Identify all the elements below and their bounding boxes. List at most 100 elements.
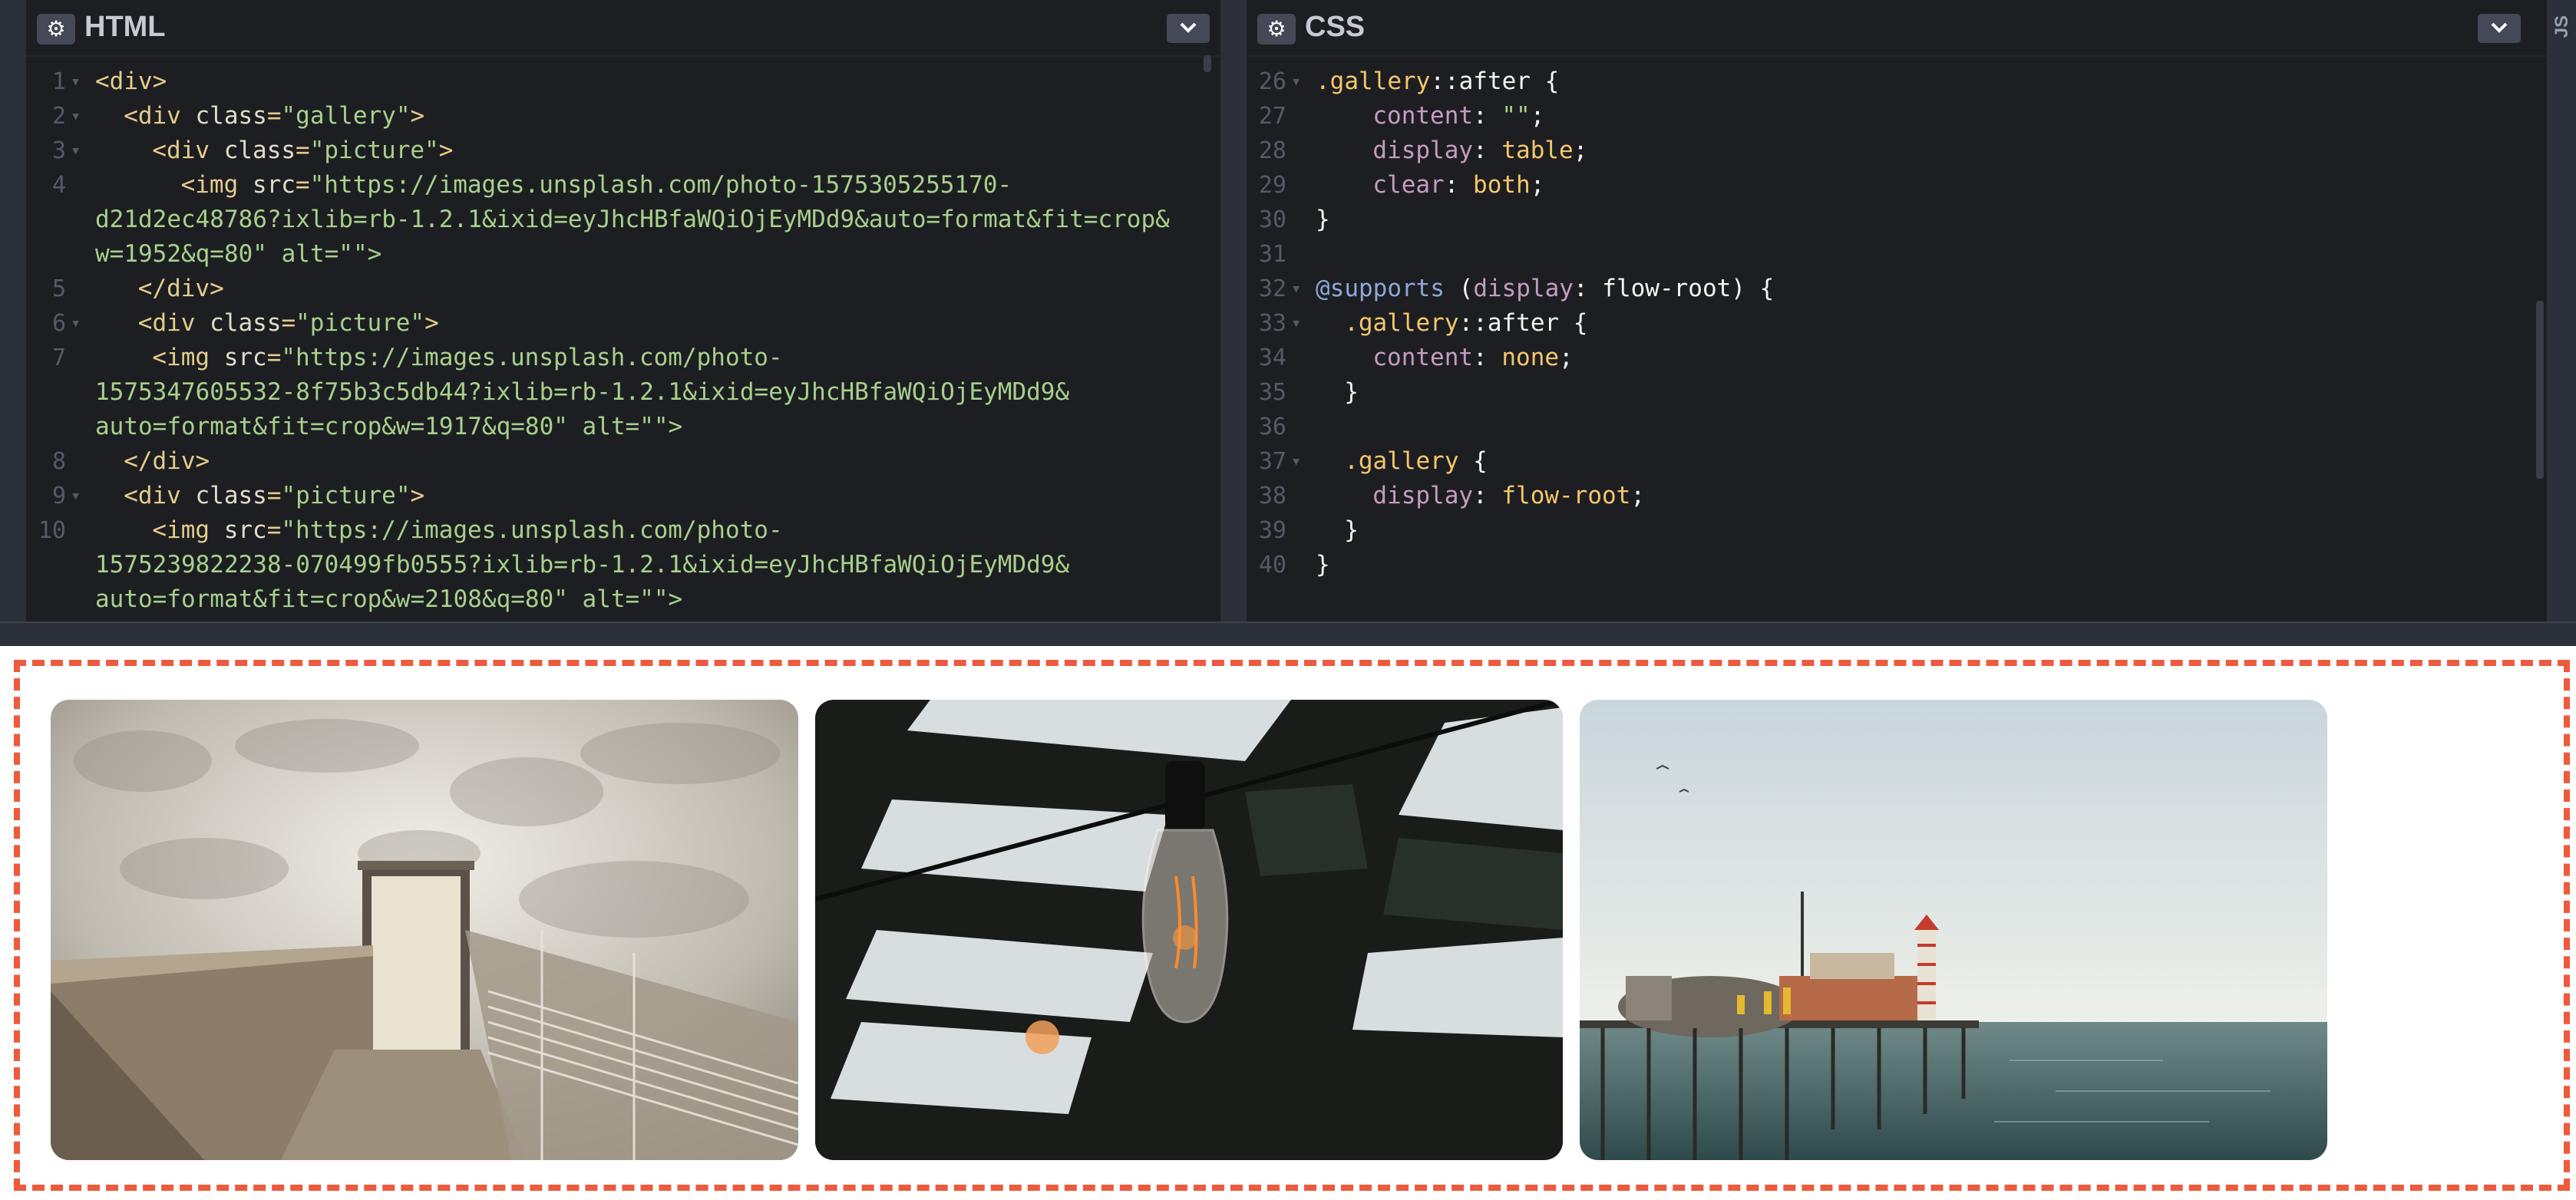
code-continuation: auto=format&fit=crop&w=2108&q=80" alt=""… <box>95 585 683 613</box>
html-panel-title: HTML <box>84 11 166 43</box>
picture <box>1580 700 2327 1160</box>
fold-toggle-icon[interactable]: ▾ <box>71 134 81 168</box>
line-number: 33 <box>1258 310 1286 337</box>
code-token: : <box>1473 102 1502 130</box>
fold-toggle-icon[interactable]: ▾ <box>71 64 81 99</box>
code-token: = <box>266 482 282 509</box>
line-number: 37 <box>1258 448 1286 475</box>
code-token: <div <box>152 137 224 164</box>
code-text: .gallery::after { <box>1344 306 1587 341</box>
code-token: "" <box>1501 102 1531 130</box>
concrete-stairway-photo <box>51 700 798 1160</box>
code-token: = <box>296 137 310 164</box>
code-text: .gallery::after { <box>1316 64 1559 99</box>
line-number: 6 <box>51 310 66 337</box>
code-text: .gallery { <box>1344 444 1488 479</box>
code-continuation: d21d2ec48786?ixlib=rb-1.2.1&ixid=eyJhcHB… <box>95 206 1170 233</box>
html-collapse-button[interactable] <box>1167 14 1210 43</box>
code-token: : <box>1473 137 1502 164</box>
line-number: 29 <box>1258 172 1286 199</box>
code-token: "https://images.unsplash.com/photo- <box>281 516 783 544</box>
code-token: src <box>223 344 267 371</box>
line-number: 28 <box>1258 137 1286 164</box>
css-panel-title: CSS <box>1305 11 1366 43</box>
gallery <box>14 660 2570 1191</box>
html-panel-header: ⚙ HTML <box>26 0 1220 57</box>
code-token: </div> <box>124 447 210 475</box>
code-token: <img <box>152 516 224 544</box>
line-number: 4 <box>51 172 66 199</box>
line-number: 10 <box>38 517 66 544</box>
fold-toggle-icon[interactable]: ▾ <box>71 479 81 513</box>
code-token: display <box>1473 275 1574 302</box>
code-token: = <box>266 516 282 544</box>
code-token: <div <box>124 102 196 130</box>
code-token: > <box>438 137 454 164</box>
code-token: both <box>1473 171 1531 199</box>
code-token: = <box>266 344 282 371</box>
code-token: : flow-root) { <box>1573 275 1775 302</box>
editor-preview-splitter[interactable] <box>0 621 2576 646</box>
fold-toggle-icon[interactable]: ▾ <box>1291 272 1301 306</box>
fold-toggle-icon[interactable]: ▾ <box>1291 306 1301 341</box>
fold-toggle-icon[interactable]: ▾ <box>1291 64 1301 99</box>
code-token: <img <box>180 171 253 199</box>
code-continuation: w=1952&q=80" alt=""> <box>95 240 382 268</box>
code-token: } <box>1344 516 1359 544</box>
fold-toggle-icon[interactable]: ▾ <box>71 99 81 134</box>
code-editor-area: ⚙ HTML 1 ▾ <div> 2 ▾ <div class="gallery"> 3 ▾ <… <box>0 0 2576 621</box>
code-token: @supports <box>1316 275 1445 302</box>
code-token: { <box>1458 447 1488 475</box>
js-panel-tab[interactable]: JS <box>2547 0 2576 621</box>
code-token: content <box>1372 344 1474 371</box>
code-token: } <box>1344 378 1359 406</box>
picture <box>815 700 1563 1160</box>
css-editor-panel[interactable]: ⚙ CSS 26 ▾ .gallery::after {27 content: "";… <box>1247 0 2547 621</box>
code-token: = <box>281 309 296 337</box>
line-number: 34 <box>1258 345 1286 371</box>
html-editor-panel[interactable]: ⚙ HTML 1 ▾ <div> 2 ▾ <div class="gallery"> 3 ▾ <… <box>26 0 1220 621</box>
line-number: 38 <box>1258 483 1286 509</box>
code-continuation: 1575347605532-8f75b3c5db44?ixlib=rb-1.2.… <box>95 378 1070 406</box>
code-token: > <box>424 309 439 337</box>
code-token: <div> <box>95 68 167 95</box>
html-code[interactable]: 1 ▾ <div> 2 ▾ <div class="gallery"> 3 ▾ <div cla… <box>26 60 1220 614</box>
line-number: 5 <box>51 275 66 302</box>
code-token: src <box>223 516 267 544</box>
line-number: 26 <box>1258 68 1286 95</box>
code-token: ; <box>1530 171 1545 199</box>
code-text: <img src="https://images.unsplash.com/ph… <box>152 513 782 548</box>
code-token: ; <box>1630 482 1646 509</box>
code-text: <div class="picture"> <box>124 479 424 513</box>
line-number: 31 <box>1258 241 1286 268</box>
code-token: <div <box>124 482 196 509</box>
code-text: display: table; <box>1372 134 1587 168</box>
css-panel-header: ⚙ CSS <box>1247 0 2547 57</box>
fold-toggle-icon[interactable]: ▾ <box>1291 444 1301 479</box>
result-preview <box>0 646 2576 1200</box>
panel-divider[interactable] <box>1220 0 1247 621</box>
code-token: flow-root <box>1501 482 1631 509</box>
code-text: content: none; <box>1372 341 1573 375</box>
code-token: ; <box>1530 102 1545 130</box>
css-collapse-button[interactable] <box>2478 14 2521 43</box>
code-text: <div> <box>95 64 167 99</box>
line-number: 35 <box>1258 379 1286 406</box>
code-token: = <box>295 171 310 199</box>
chevron-down-icon <box>2491 22 2508 33</box>
css-scrollbar[interactable] <box>2536 301 2544 479</box>
gear-icon[interactable]: ⚙ <box>37 14 75 45</box>
picture <box>51 700 798 1160</box>
html-scrollbar[interactable] <box>1204 55 1211 72</box>
fold-toggle-icon[interactable]: ▾ <box>71 306 81 341</box>
code-token: table <box>1501 137 1574 164</box>
code-text: } <box>1316 548 1330 582</box>
line-number: 3 <box>51 137 66 164</box>
line-number: 1 <box>51 68 66 95</box>
code-token: "https://images.unsplash.com/photo- <box>281 344 783 371</box>
code-token: "gallery" <box>281 102 411 130</box>
gear-icon[interactable]: ⚙ <box>1257 14 1296 45</box>
code-continuation: 1575239822238-070499fb0555?ixlib=rb-1.2.… <box>95 551 1070 579</box>
css-code[interactable]: 26 ▾ .gallery::after {27 content: ""; 28 disp… <box>1247 60 2547 614</box>
code-text: <img src="https://images.unsplash.com/ph… <box>152 341 782 375</box>
